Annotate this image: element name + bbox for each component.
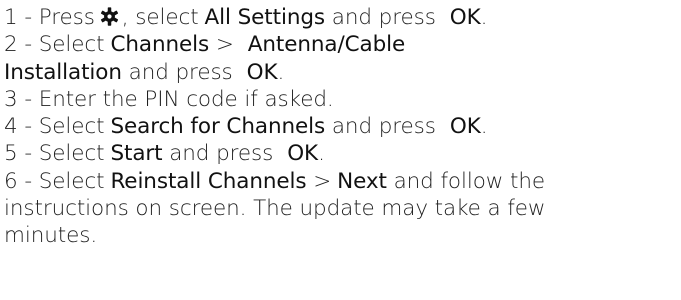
- step-1-menu-item: All Settings: [204, 5, 326, 30]
- step-2-mid: and press: [128, 59, 233, 85]
- step-4-prefix: 4 - Select: [4, 114, 105, 140]
- instruction-steps: 1 - Press , select All Settings and press O…: [4, 4, 679, 250]
- step-4-ok-key: OK: [449, 114, 481, 140]
- gear-icon: [99, 6, 120, 27]
- step-2-separator: >: [215, 32, 234, 58]
- step-6-menu-item: Reinstall Channels: [110, 168, 307, 194]
- step-6-line-1: 6 - Select Reinstall Channels > Next and f…: [4, 168, 679, 195]
- step-4: 4 - Select Search for Channels and press O…: [4, 113, 679, 140]
- step-5-menu-item: Start: [110, 141, 163, 167]
- step-2-submenu-item: Antenna/Cable: [247, 32, 406, 58]
- step-1-after-icon: , select: [121, 5, 199, 30]
- step-3: 3 - Enter the PIN code if asked.: [4, 86, 334, 112]
- step-1: 1 - Press , select All Settings and press O…: [4, 4, 679, 31]
- step-6-line-3: minutes.: [4, 223, 98, 249]
- step-2-ok-key: OK: [246, 59, 278, 85]
- step-2-prefix: 2 - Select: [4, 32, 105, 58]
- step-2-submenu-item-cont: Installation: [4, 59, 122, 85]
- step-4-mid: and press: [331, 114, 436, 140]
- step-4-menu-item: Search for Channels: [110, 114, 326, 140]
- step-6-next-item: Next: [337, 168, 387, 194]
- step-6-line-1-end: and follow the: [393, 168, 546, 194]
- step-2-end: .: [277, 59, 285, 85]
- step-5-mid: and press: [169, 141, 274, 167]
- step-5: 5 - Select Start and press OK.: [4, 140, 679, 167]
- step-1-mid: and press: [331, 5, 436, 30]
- step-6-prefix: 6 - Select: [4, 168, 105, 194]
- step-2-menu-item: Channels: [110, 32, 210, 58]
- step-2-line-2: Installation and press OK.: [4, 59, 679, 86]
- step-1-prefix: 1 - Press: [4, 5, 95, 30]
- step-5-prefix: 5 - Select: [4, 141, 105, 167]
- step-1-ok-key: OK: [449, 5, 481, 30]
- step-5-ok-key: OK: [287, 141, 319, 167]
- step-6-separator: >: [313, 168, 332, 194]
- step-1-end: .: [480, 5, 488, 30]
- step-5-end: .: [318, 141, 325, 167]
- step-2-line-1: 2 - Select Channels > Antenna/Cable: [4, 31, 679, 58]
- step-6-line-2: instructions on screen. The update may t…: [4, 196, 546, 222]
- step-4-end: .: [480, 114, 488, 140]
